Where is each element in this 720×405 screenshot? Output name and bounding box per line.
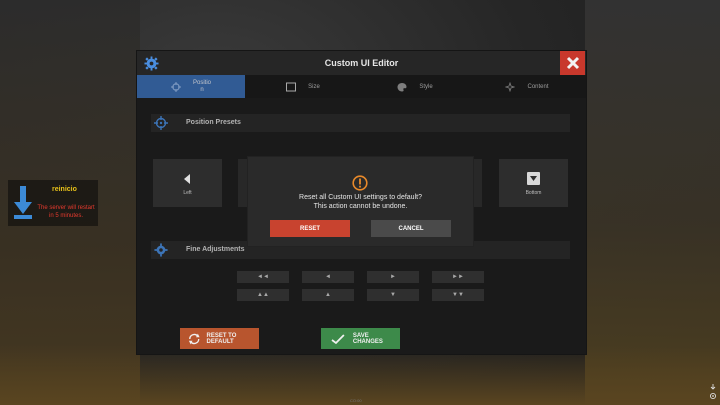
dialog-message-line1: Reset all Custom UI settings to default? [299,194,422,201]
reset-to-default-button[interactable]: RESET TO DEFAULT [180,328,259,349]
bottom-status-text: CO:00 [350,398,362,403]
warning-icon [352,175,368,191]
preset-bottom-label: Bottom [525,190,542,196]
preset-left-label: Left [183,190,192,196]
close-icon [566,56,579,70]
editor-footer: RESET TO DEFAULT SAVE CHANGES [137,323,586,354]
arrow-left-icon [184,174,190,184]
refresh-icon [188,333,200,344]
check-icon [331,333,345,344]
notification-title: reinicio [52,186,77,193]
editor-title: Custom UI Editor [324,58,399,68]
save-changes-button[interactable]: SAVE CHANGES [321,328,400,349]
editor-header: Custom UI Editor [137,51,586,75]
preset-left-button[interactable]: Left [153,159,222,207]
server-notification: reinicio The server will restart in 5 mi… [8,180,98,226]
save-changes-label: SAVE CHANGES [352,332,383,345]
reset-to-default-label: RESET TO DEFAULT [206,332,237,345]
settings-corner-icons[interactable] [709,383,717,401]
download-arrow-icon [14,186,32,219]
dialog-cancel-button[interactable]: CANCEL [371,220,451,237]
close-button[interactable] [560,51,585,75]
notification-message: The server will restart in 5 minutes. [37,205,95,219]
dialog-reset-button[interactable]: RESET [270,220,350,237]
reset-confirm-dialog: Reset all Custom UI settings to default?… [248,157,473,246]
background-bottom [0,345,720,405]
preset-bottom-button[interactable]: Bottom [499,159,568,207]
arrow-down-icon [527,172,540,185]
dialog-message-line2: This action cannot be undone. [313,203,408,210]
